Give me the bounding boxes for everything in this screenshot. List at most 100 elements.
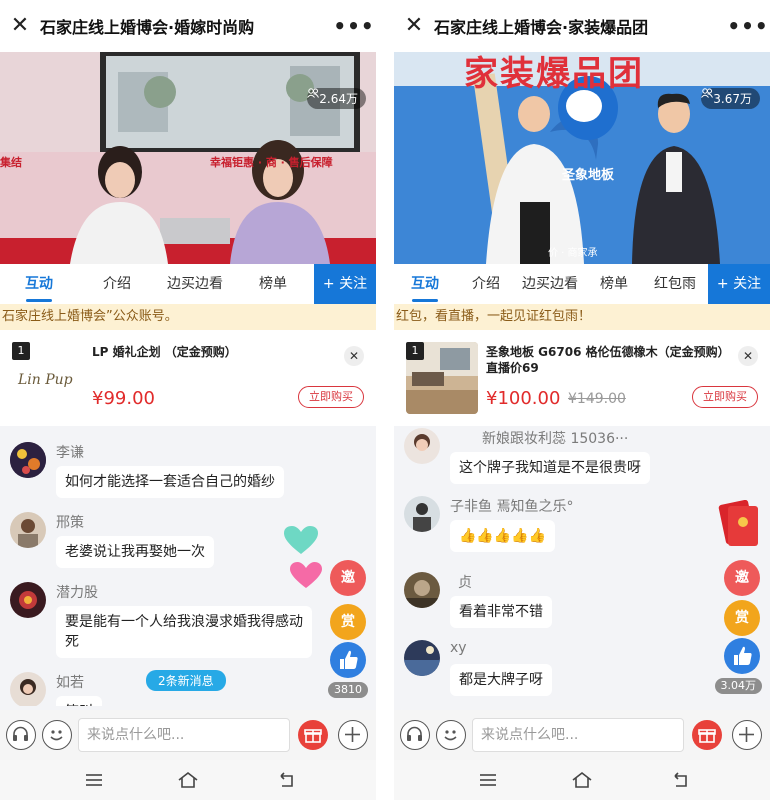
video-banner: 幸福钜惠 · 商 · 售后保障	[210, 156, 333, 169]
home-icon[interactable]	[570, 768, 594, 792]
avatar[interactable]	[404, 496, 440, 532]
more-icon[interactable]: •••	[332, 14, 376, 38]
left-phone-screen: ✕ 石家庄线上婚博会·婚嫁时尚购 ••• 幸福钜惠 · 商 · 售后保障 集结 …	[0, 0, 376, 800]
message-text: 如何才能选择一套适合自己的婚纱	[56, 466, 284, 498]
like-button[interactable]	[724, 638, 760, 674]
new-messages-badge[interactable]: 2条新消息	[146, 670, 226, 691]
back-icon[interactable]	[668, 768, 692, 792]
title-bar: ✕ 石家庄线上婚博会·婚嫁时尚购 •••	[0, 0, 376, 52]
avatar[interactable]	[10, 672, 46, 706]
tab-intro[interactable]: 介绍	[456, 264, 516, 304]
close-product-icon[interactable]: ✕	[738, 346, 758, 366]
tab-shop-watch[interactable]: 边买边看	[516, 264, 584, 304]
add-icon[interactable]	[338, 720, 368, 750]
viewer-count-value: 3.67万	[713, 92, 752, 106]
user-name: 李谦	[56, 445, 84, 461]
buy-now-button[interactable]: 立即购买	[692, 386, 758, 408]
buy-now-button[interactable]: 立即购买	[298, 386, 364, 408]
user-name: 子非鱼 焉知鱼之乐°	[450, 499, 574, 515]
message-text: 这个牌子我知道是不是很贵呀	[450, 452, 650, 484]
comment-input[interactable]: 来说点什么吧...	[78, 718, 290, 752]
video-banner-left: 集结	[0, 156, 22, 169]
avatar[interactable]	[10, 512, 46, 548]
reward-button[interactable]: 赏	[724, 600, 760, 636]
heart-icon	[284, 526, 318, 560]
tab-interact[interactable]: 互动	[394, 264, 456, 304]
page-title: 石家庄线上婚博会·家装爆品团	[434, 18, 649, 37]
invite-button[interactable]: 邀	[724, 560, 760, 596]
tab-bar: 互动 介绍 边买边看 榜单 + 关注	[0, 264, 376, 304]
emoji-icon[interactable]	[436, 720, 466, 750]
product-name: 圣象地板 G6706 格伦伍德橡木（定金预购）直播价69	[486, 345, 724, 375]
close-icon[interactable]: ✕	[0, 0, 40, 52]
like-button[interactable]	[330, 642, 366, 678]
invite-label: 邀	[341, 570, 355, 586]
video-banner: 家装爆品团	[464, 54, 644, 94]
close-icon[interactable]: ✕	[394, 0, 434, 52]
like-count: 3.04万	[714, 678, 762, 694]
comment-input[interactable]: 来说点什么吧...	[472, 718, 684, 752]
like-count: 3810	[328, 682, 368, 698]
red-envelope-icon[interactable]	[718, 499, 762, 552]
follow-button[interactable]: + 关注	[314, 264, 376, 304]
chat-list[interactable]: 新娘跟妆利蕊 15036··· 这个牌子我知道是不是很贵呀 子非鱼 焉知鱼之乐°…	[394, 426, 770, 706]
product-card[interactable]: 1 圣象地板 G6706 格伦伍德橡木（定金预购）直播价69 ¥100.00 ¥…	[394, 330, 770, 426]
message-text: 要是能有一个人给我浪漫求婚我得感动死	[56, 606, 312, 658]
message-text: 老婆说让我再娶她一次	[56, 536, 214, 568]
viewer-count: 3.67万	[701, 88, 760, 109]
thumbs-up-icon	[340, 650, 358, 669]
gift-icon[interactable]	[298, 720, 328, 750]
avatar[interactable]	[10, 442, 46, 478]
user-name: 如若	[56, 675, 84, 691]
thumbs-up-icon	[734, 646, 752, 665]
avatar[interactable]	[404, 428, 440, 464]
tab-bar: 互动 介绍 边买边看 榜单 红包雨 + 关注	[394, 264, 770, 304]
tab-interact[interactable]: 互动	[0, 264, 78, 304]
tab-ranking[interactable]: 榜单	[584, 264, 644, 304]
more-icon[interactable]: •••	[726, 14, 770, 38]
close-product-icon[interactable]: ✕	[344, 346, 364, 366]
user-name: 邢策	[56, 515, 84, 531]
tab-ranking[interactable]: 榜单	[234, 264, 312, 304]
home-icon[interactable]	[176, 768, 200, 792]
brand-logo: Lin Pup	[18, 372, 73, 388]
headset-icon[interactable]	[6, 720, 36, 750]
product-card[interactable]: 1 Lin Pup LP 婚礼企划 （定金预购） ¥99.00 立即购买 ✕	[0, 330, 376, 426]
reward-label: 赏	[341, 614, 355, 630]
live-video[interactable]: 家装爆品团 圣象地板 价 · 商家承 3.67万	[394, 52, 770, 264]
heart-icon	[290, 562, 322, 594]
follow-button[interactable]: + 关注	[708, 264, 770, 304]
tab-red-envelope-rain[interactable]: 红包雨	[644, 264, 706, 304]
menu-icon[interactable]	[476, 768, 500, 792]
brand-logo-text: 圣象地板	[562, 168, 615, 183]
reward-button[interactable]: 赏	[330, 604, 366, 640]
headset-icon[interactable]	[400, 720, 430, 750]
message-text: 笑叫	[56, 696, 102, 706]
viewer-count-value: 2.64万	[319, 92, 358, 106]
emoji-icon[interactable]	[42, 720, 72, 750]
invite-button[interactable]: 邀	[330, 560, 366, 596]
tab-intro[interactable]: 介绍	[78, 264, 156, 304]
user-name: 潜力股	[56, 585, 98, 601]
live-video[interactable]: 幸福钜惠 · 商 · 售后保障 集结 2.64万	[0, 52, 376, 264]
screenshot: ✕ 石家庄线上婚博会·婚嫁时尚购 ••• 幸福钜惠 · 商 · 售后保障 集结 …	[0, 0, 770, 800]
avatar[interactable]	[404, 572, 440, 608]
tab-shop-watch[interactable]: 边买边看	[156, 264, 234, 304]
product-index: 1	[406, 342, 424, 360]
user-name: 贞	[458, 575, 472, 591]
avatar[interactable]	[10, 582, 46, 618]
menu-icon[interactable]	[82, 768, 106, 792]
add-icon[interactable]	[732, 720, 762, 750]
message-text: 👍👍👍👍👍	[450, 520, 556, 552]
message-text: 看着非常不错	[450, 596, 552, 628]
system-nav-bar	[0, 760, 376, 800]
gift-icon[interactable]	[692, 720, 722, 750]
original-price: ¥149.00	[568, 391, 626, 407]
message-text: 都是大牌子呀	[450, 664, 552, 696]
avatar[interactable]	[404, 640, 440, 676]
video-subtext: 价 · 商家承	[548, 248, 598, 259]
notice-ticker: 石家庄线上婚博会”公众账号。	[0, 304, 376, 330]
product-price: ¥100.00	[486, 388, 561, 409]
notice-ticker: 红包，看直播，一起见证红包雨！	[394, 304, 770, 330]
back-icon[interactable]	[274, 768, 298, 792]
